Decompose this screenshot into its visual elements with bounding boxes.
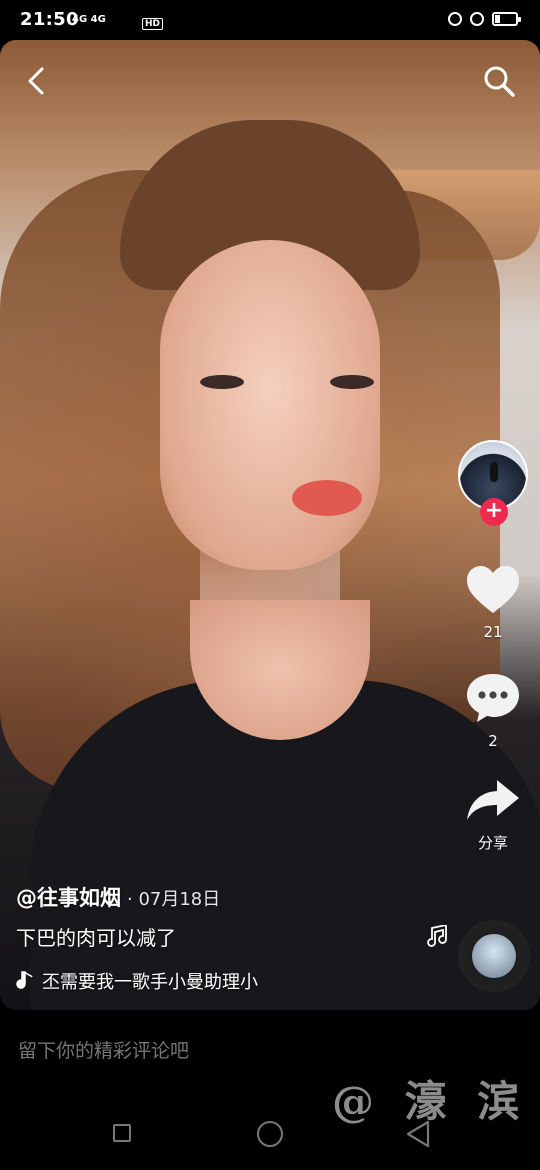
recent-apps-button[interactable] [113, 1124, 131, 1142]
music-info[interactable]: 丕需要我一歌手小曼助理小 [16, 968, 258, 994]
follow-plus-button[interactable]: + [480, 498, 508, 526]
back-button[interactable] [22, 65, 54, 97]
video-frame-part [200, 375, 244, 389]
triangle-back-icon [406, 1120, 430, 1148]
comment-count: 2 [488, 732, 498, 750]
music-cover [472, 934, 516, 978]
network-indicator: 4G 4G [72, 14, 106, 25]
music-title: 丕需要我一歌手小曼助理小 [42, 972, 258, 993]
music-note-icon [16, 971, 33, 989]
author-line: @往事如烟 · 07月18日 [16, 882, 220, 912]
comment-button[interactable]: 2 [463, 672, 523, 750]
battery-icon [492, 12, 521, 26]
music-disc-button[interactable] [458, 920, 530, 992]
music-notes-icon [422, 923, 450, 951]
video-frame-part [160, 240, 380, 570]
comment-bubble-icon [467, 674, 519, 722]
like-count: 21 [483, 623, 503, 641]
video-player[interactable] [0, 40, 540, 1010]
author-avatar-button[interactable]: + [458, 440, 530, 526]
system-back-button[interactable] [405, 1120, 431, 1152]
vpn-icon [448, 12, 462, 26]
hd-indicator: HD [142, 18, 164, 30]
comment-input[interactable] [16, 1040, 320, 1064]
share-arrow-icon [467, 780, 519, 820]
video-frame-part [330, 375, 374, 389]
post-date: · 07月18日 [127, 889, 221, 910]
status-icons [448, 12, 521, 26]
chevron-left-icon [28, 67, 44, 95]
like-button[interactable]: 21 [463, 565, 523, 641]
home-button[interactable] [257, 1121, 283, 1147]
author-name[interactable]: @往事如烟 [16, 886, 121, 910]
share-label: 分享 [477, 834, 508, 852]
video-frame-part [292, 480, 362, 516]
clock: 21:50 [20, 9, 79, 30]
status-bar: 21:50 4G 4G HD [0, 0, 540, 40]
heart-icon [467, 566, 519, 613]
video-caption: 下巴的肉可以减了 [16, 926, 176, 950]
alarm-icon [470, 12, 484, 26]
search-button[interactable] [482, 64, 516, 98]
search-icon [484, 66, 515, 97]
share-button[interactable]: 分享 [463, 778, 523, 853]
